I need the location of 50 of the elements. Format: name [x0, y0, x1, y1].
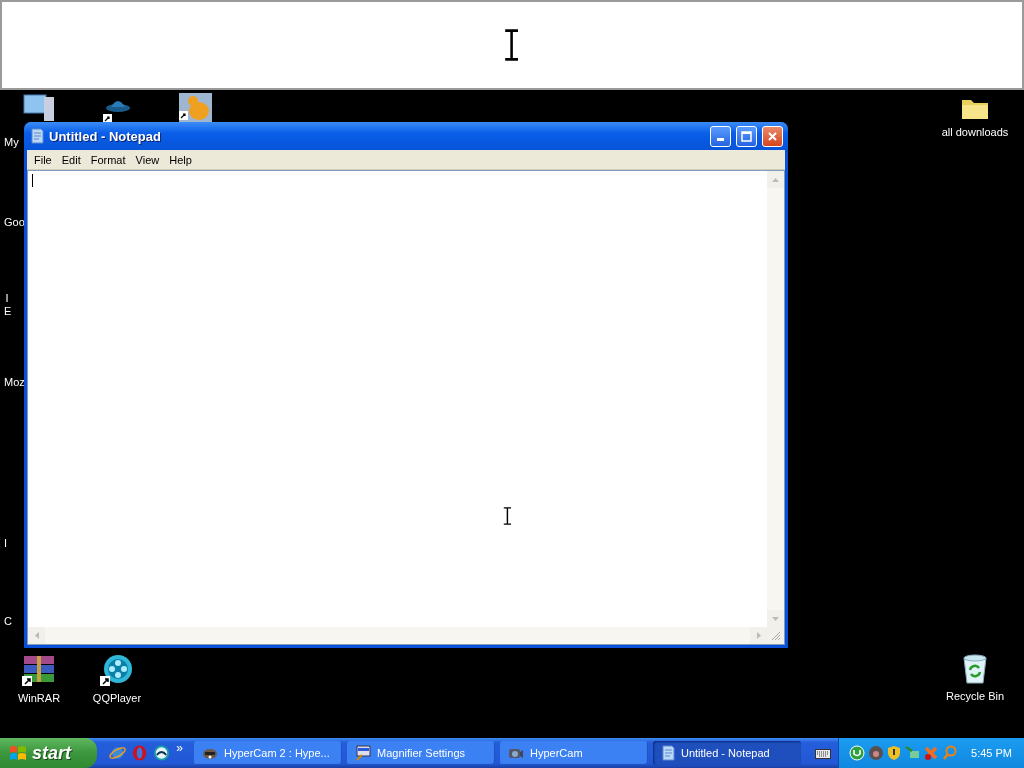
- recycle-bin-icon[interactable]: [961, 654, 989, 684]
- start-button[interactable]: start: [0, 738, 97, 768]
- down-arrow-icon[interactable]: [772, 616, 779, 621]
- menu-item[interactable]: Edit: [56, 153, 86, 166]
- more-button[interactable]: »: [176, 741, 183, 755]
- minimize-icon: [717, 138, 724, 141]
- icon-label: I: [4, 537, 8, 550]
- flag-icon: [8, 744, 28, 762]
- minimize-button[interactable]: [710, 125, 731, 147]
- icon-label: My: [4, 136, 19, 149]
- icon-label: Moz: [4, 376, 25, 389]
- close-icon: [767, 130, 778, 142]
- menu-item[interactable]: Help: [164, 153, 197, 166]
- left-arrow-icon[interactable]: [34, 632, 39, 639]
- ring-icon[interactable]: [132, 744, 148, 762]
- maximize-button[interactable]: [736, 125, 757, 147]
- notepad-icon: [661, 745, 675, 761]
- menu-item[interactable]: View: [130, 153, 165, 166]
- keyboard-icon[interactable]: [815, 747, 831, 759]
- icon-label: WinRAR: [17, 692, 61, 704]
- maximize-icon: [741, 130, 752, 142]
- cat-icon[interactable]: [179, 93, 212, 122]
- close-button[interactable]: [762, 125, 783, 147]
- icon-label: QQPlayer: [92, 692, 142, 704]
- film-reel-icon[interactable]: [100, 654, 134, 686]
- mouse-cursor-icon: [502, 507, 513, 525]
- horizontal-scrollbar[interactable]: [28, 627, 767, 644]
- globe-icon[interactable]: [109, 744, 127, 762]
- computer-icon[interactable]: [22, 93, 56, 123]
- resize-grip-icon[interactable]: [770, 630, 781, 641]
- up-arrow-icon[interactable]: [772, 177, 779, 182]
- books-icon[interactable]: [22, 654, 56, 686]
- icon-label: I E: [4, 292, 11, 318]
- menu-item[interactable]: File: [29, 153, 57, 166]
- icon-label: Recycle Bin: [945, 690, 1005, 702]
- task-button[interactable]: Magnifier Settings: [347, 741, 495, 765]
- task-button[interactable]: HyperCam: [500, 741, 648, 765]
- menu-item[interactable]: Format: [85, 153, 131, 166]
- icon-label: Goo: [4, 216, 25, 229]
- task-button[interactable]: Untitled - Notepad: [653, 741, 801, 765]
- task-button[interactable]: HyperCam 2 : Hype...: [194, 741, 342, 765]
- right-arrow-icon[interactable]: [756, 632, 761, 639]
- text-caret: [32, 174, 33, 187]
- shield-icon[interactable]: [887, 745, 902, 761]
- window-title: Untitled - Notepad: [49, 128, 162, 144]
- notepad-icon: [30, 128, 44, 144]
- icon-label: all downloads: [941, 126, 1009, 138]
- window-icon: [355, 745, 371, 761]
- icon-label: C: [4, 615, 12, 628]
- vertical-scrollbar[interactable]: [767, 171, 784, 627]
